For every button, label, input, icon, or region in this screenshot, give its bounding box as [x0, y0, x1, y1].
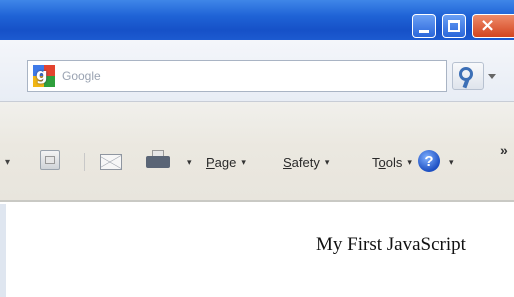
- print-button[interactable]: [146, 150, 172, 172]
- printer-icon: [146, 156, 170, 168]
- tools-menu[interactable]: Tools ▾: [372, 150, 412, 174]
- mail-icon: [101, 155, 121, 169]
- window-titlebar: ×: [0, 0, 514, 40]
- toolbar-separator: [84, 153, 85, 171]
- home-button[interactable]: [40, 150, 60, 170]
- toolbar-overflow-arrow-icon[interactable]: ▾: [5, 150, 10, 174]
- close-button[interactable]: ×: [472, 14, 514, 38]
- help-button[interactable]: ?: [418, 150, 440, 172]
- chevron-down-icon: ▾: [324, 156, 330, 167]
- search-options-dropdown-icon[interactable]: [488, 74, 496, 79]
- page-content: My First JavaScript: [0, 204, 514, 297]
- maximize-button[interactable]: [442, 14, 466, 38]
- google-icon: g: [33, 65, 55, 87]
- page-menu[interactable]: Page ▾: [206, 150, 246, 174]
- search-placeholder: Google: [62, 69, 101, 83]
- command-bar-row: ▾ ▾ Page ▾ Safety ▾ Tools ▾ ? ▾: [0, 150, 514, 174]
- toolbar-more-chevron-icon[interactable]: »: [500, 142, 508, 158]
- chevron-down-icon: ▾: [407, 156, 412, 167]
- minimize-button[interactable]: [412, 14, 436, 38]
- command-bar: ▾ ▾ Page ▾ Safety ▾ Tools ▾ ? ▾ »: [0, 102, 514, 202]
- chevron-down-icon: ▾: [241, 156, 246, 167]
- search-input[interactable]: g Google: [27, 60, 447, 92]
- help-dropdown-arrow-icon[interactable]: ▾: [444, 150, 454, 174]
- mail-button[interactable]: [100, 154, 122, 170]
- close-icon: ×: [479, 15, 496, 36]
- search-button[interactable]: [452, 62, 484, 90]
- maximize-icon: [448, 20, 460, 32]
- search-bar: g Google: [0, 40, 514, 102]
- safety-menu[interactable]: Safety ▾: [283, 150, 329, 174]
- minimize-icon: [419, 29, 429, 33]
- print-dropdown-arrow-icon[interactable]: ▾: [182, 150, 192, 174]
- home-icon: [45, 156, 55, 164]
- help-icon: ?: [424, 152, 434, 170]
- page-text: My First JavaScript: [316, 234, 466, 255]
